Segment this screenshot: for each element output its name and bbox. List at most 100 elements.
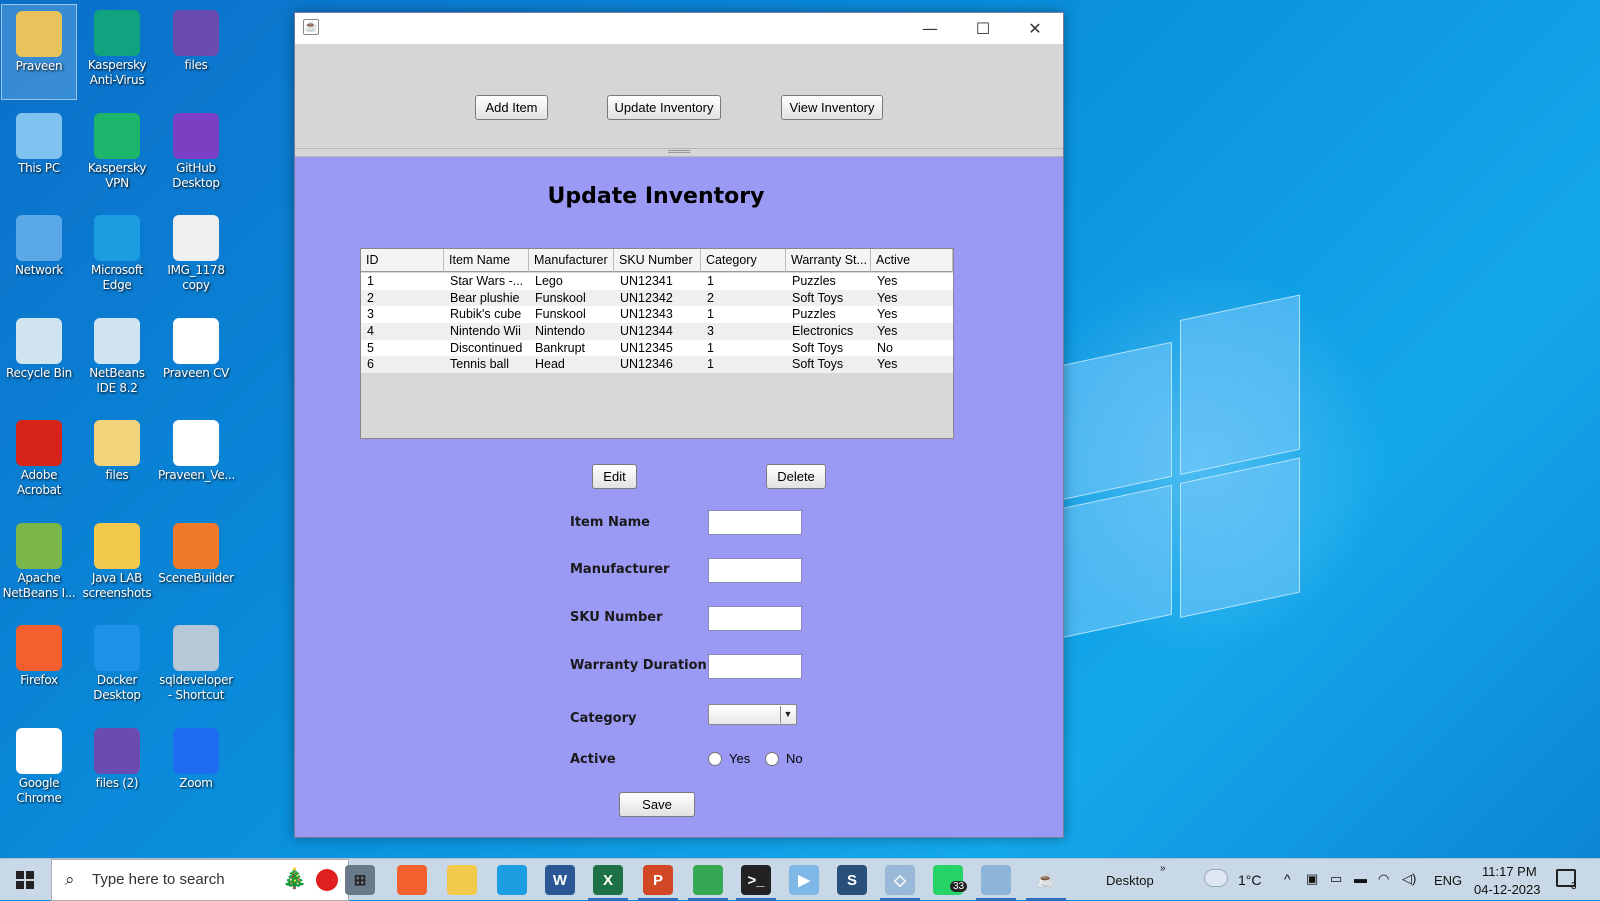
desktop-icon[interactable]: Kaspersky Anti-Virus (79, 4, 155, 100)
table-row[interactable]: 6 Tennis ball Head UN12346 1 Soft Toys Yes (361, 356, 953, 374)
inventory-table[interactable]: ID Item Name Manufacturer SKU Number Categor… (360, 248, 954, 439)
active-no-label[interactable]: No (786, 751, 803, 766)
edit-button[interactable]: Edit (592, 464, 637, 489)
desktop-icon[interactable]: Network (1, 209, 77, 305)
split-pane-divider[interactable] (295, 148, 1063, 157)
window-titlebar[interactable]: ☕ — ☐ ✕ (295, 13, 1063, 44)
start-button[interactable] (0, 859, 50, 901)
battery-icon[interactable]: ▬ (1354, 871, 1367, 886)
chevron-up-icon[interactable]: ^ (1284, 871, 1291, 887)
display-icon[interactable]: ▭ (1330, 871, 1342, 887)
manufacturer-field[interactable] (708, 558, 802, 583)
minimize-button[interactable]: — (907, 13, 953, 44)
update-inventory-button[interactable]: Update Inventory (607, 95, 721, 120)
maximize-button[interactable]: ☐ (960, 13, 1006, 44)
table-row[interactable]: 5 Discontinued Bankrupt UN12345 1 Soft Toys No (361, 339, 953, 357)
desktop-icon-label: Kaspersky VPN (87, 160, 147, 190)
desktop-icon[interactable]: This PC (1, 107, 77, 203)
add-item-button[interactable]: Add Item (475, 95, 548, 120)
wifi-icon[interactable]: ◠ (1378, 871, 1389, 887)
table-row[interactable]: 2 Bear plushie Funskool UN12342 2 Soft Toys Ye… (361, 289, 953, 307)
desktop-icon[interactable]: Apache NetBeans I... (1, 517, 77, 613)
desktop-icon[interactable]: NetBeans IDE 8.2 (79, 312, 155, 408)
active-no-radio[interactable] (765, 752, 779, 766)
item-name-field[interactable] (708, 510, 802, 535)
chrome-icon[interactable] (693, 865, 723, 895)
language-indicator[interactable]: ENG (1434, 873, 1462, 888)
column-header[interactable]: ID (361, 249, 444, 272)
firefox-icon[interactable] (397, 865, 427, 895)
category-dropdown[interactable]: ▼ (708, 704, 797, 725)
notepad-icon[interactable] (981, 865, 1011, 895)
desktop-icon-label: NetBeans IDE 8.2 (89, 365, 145, 395)
excel-icon[interactable]: X (593, 865, 623, 895)
table-cell: 1 (707, 307, 714, 322)
desktop-icon[interactable]: Firefox (1, 619, 77, 715)
box-icon[interactable]: ◇ (885, 865, 915, 895)
sql-icon[interactable]: S (837, 865, 867, 895)
desktop-icon[interactable]: Recycle Bin (1, 312, 77, 408)
powerpoint-icon[interactable]: P (643, 865, 673, 895)
sku-number-field[interactable] (708, 606, 802, 631)
column-header[interactable]: Item Name (444, 249, 529, 272)
desktop-icon[interactable]: Adobe Acrobat (1, 414, 77, 510)
chevron-down-icon[interactable]: ▼ (780, 706, 795, 723)
taskbar-search-box[interactable]: ⌕ Type here to search 🎄 (51, 859, 349, 901)
table-cell: UN12343 (620, 307, 673, 322)
desktop-icon-label: Zoom (179, 775, 213, 790)
close-button[interactable]: ✕ (1012, 13, 1058, 44)
desktop-toolbar-label[interactable]: Desktop (1106, 873, 1154, 888)
desktop-icon[interactable]: SceneBuilder (158, 517, 234, 613)
desktop: Praveen Kaspersky Anti-Virus files This PC K… (0, 0, 1600, 858)
clock-date[interactable]: 04-12-2023 (1474, 882, 1541, 897)
column-header[interactable]: Category (701, 249, 786, 272)
desktop-icon[interactable]: Praveen_Ve... (158, 414, 235, 510)
table-row[interactable]: 4 Nintendo Wii Nintendo UN12344 3 Electronics… (361, 323, 953, 340)
table-cell: Funskool (535, 307, 586, 322)
desktop-icon[interactable]: Zoom (158, 722, 234, 818)
table-row[interactable]: 3 Rubik's cube Funskool UN12343 1 Puzzles Yes (361, 306, 953, 324)
desktop-icon[interactable]: files (2) (79, 722, 155, 818)
view-inventory-button[interactable]: View Inventory (781, 95, 883, 120)
terminal-icon[interactable]: >_ (741, 865, 771, 895)
weather-icon[interactable] (1204, 869, 1228, 887)
desktop-icon[interactable]: Google Chrome (1, 722, 77, 818)
desktop-icon-label: Network (14, 263, 63, 277)
file-explorer-icon[interactable] (447, 865, 477, 895)
column-header[interactable]: SKU Number (614, 249, 701, 272)
temperature-label[interactable]: 1°C (1238, 872, 1262, 888)
word-icon[interactable]: W (545, 865, 575, 895)
desktop-icon[interactable]: sqldeveloper - Shortcut (158, 619, 234, 715)
java-icon[interactable]: ☕ (1031, 865, 1061, 895)
save-button[interactable]: Save (619, 792, 695, 817)
desktop-icon[interactable]: Praveen CV (158, 312, 234, 408)
desktop-icon[interactable]: Java LAB screenshots (79, 517, 155, 613)
desktop-icon[interactable]: Docker Desktop (79, 619, 155, 715)
desktop-icon[interactable]: files (79, 414, 155, 510)
warranty-duration-field[interactable] (708, 654, 802, 679)
edge-icon (94, 215, 140, 261)
kaspersky-vpn-icon (94, 112, 140, 159)
active-yes-radio[interactable] (708, 752, 722, 766)
desktop-icon[interactable]: IMG_1178 copy (158, 209, 234, 305)
task-view-icon[interactable]: ⊞ (345, 865, 375, 895)
column-header[interactable]: Manufacturer (529, 249, 614, 272)
table-cell: Puzzles (792, 274, 836, 288)
desktop-icon[interactable]: Microsoft Edge (79, 209, 155, 305)
table-cell: 3 (367, 307, 374, 322)
desktop-icon[interactable]: Kaspersky VPN (79, 107, 155, 203)
delete-button[interactable]: Delete (766, 464, 826, 489)
desktop-icon[interactable]: files (158, 4, 234, 100)
volume-icon[interactable]: ◁) (1402, 871, 1416, 887)
meet-icon[interactable]: ▣ (1306, 871, 1318, 887)
toolbar-expand-icon[interactable]: » (1160, 863, 1166, 874)
edge-icon[interactable] (497, 865, 527, 895)
clock-time[interactable]: 11:17 PM (1482, 864, 1537, 879)
media-icon[interactable]: ▶ (789, 865, 819, 895)
desktop-icon[interactable]: Praveen (1, 4, 77, 100)
table-row[interactable]: 1 Star Wars -... Lego UN12341 1 Puzzles Yes (361, 273, 953, 290)
desktop-icon[interactable]: GitHub Desktop (158, 107, 234, 203)
active-yes-label[interactable]: Yes (729, 751, 750, 766)
column-header[interactable]: Active (871, 249, 953, 272)
column-header[interactable]: Warranty St... (786, 249, 871, 272)
